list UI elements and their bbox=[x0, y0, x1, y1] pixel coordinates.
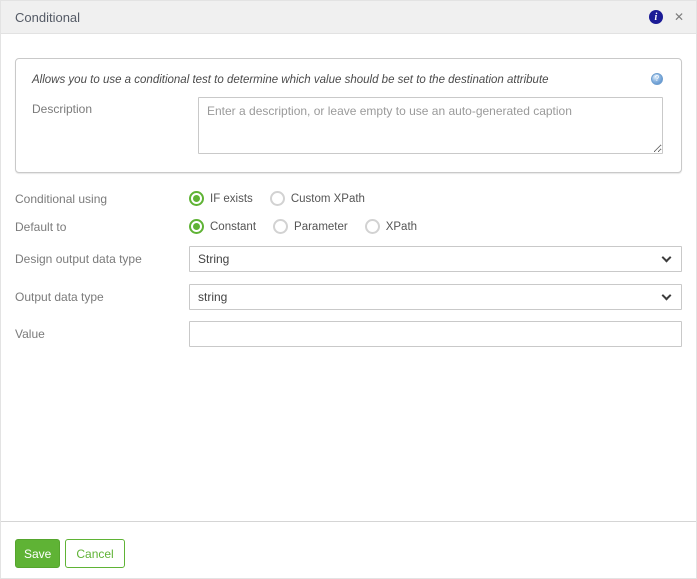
radio-custom-xpath-label: Custom XPath bbox=[290, 192, 365, 205]
output-data-type-select[interactable]: string bbox=[189, 284, 682, 310]
radio-xpath-label: XPath bbox=[385, 220, 418, 233]
intro-hint-text: Allows you to use a conditional test to … bbox=[32, 74, 549, 86]
output-data-type-row: Output data type string bbox=[15, 284, 682, 310]
design-output-data-type-row: Design output data type String bbox=[15, 246, 682, 272]
radio-option-parameter[interactable]: Parameter bbox=[273, 219, 348, 234]
default-to-label: Default to bbox=[15, 219, 67, 234]
conditional-dialog: Conditional i ✕ Allows you to use a cond… bbox=[0, 0, 697, 579]
value-label: Value bbox=[15, 327, 45, 341]
description-label: Description bbox=[32, 102, 93, 116]
help-icon[interactable]: ? bbox=[651, 73, 663, 85]
dialog-title: Conditional bbox=[15, 9, 81, 25]
default-to-row: Default to Constant Parameter XPath bbox=[15, 219, 682, 234]
intro-panel: Allows you to use a conditional test to … bbox=[15, 58, 682, 173]
radio-option-custom-xpath[interactable]: Custom XPath bbox=[269, 191, 365, 206]
description-row: Description bbox=[32, 97, 665, 154]
radio-option-if-exists[interactable]: IF exists bbox=[189, 191, 253, 206]
default-to-radio-group: Constant Parameter XPath bbox=[189, 219, 434, 234]
value-input[interactable] bbox=[189, 321, 682, 347]
radio-if-exists-label: IF exists bbox=[210, 192, 253, 205]
design-output-data-type-select-wrap: String bbox=[189, 246, 682, 272]
conditional-using-row: Conditional using IF exists Custom XPath bbox=[15, 191, 682, 206]
form-rows: Conditional using IF exists Custom XPath… bbox=[1, 191, 696, 347]
header-actions: i ✕ bbox=[648, 10, 684, 24]
radio-if-exists[interactable] bbox=[189, 191, 204, 206]
radio-option-xpath[interactable]: XPath bbox=[364, 219, 418, 234]
dialog-footer: Save Cancel bbox=[1, 522, 696, 568]
value-row: Value bbox=[15, 321, 682, 347]
radio-parameter-label: Parameter bbox=[294, 220, 348, 233]
cancel-button[interactable]: Cancel bbox=[65, 539, 125, 568]
intro-row: Allows you to use a conditional test to … bbox=[32, 73, 665, 87]
save-button[interactable]: Save bbox=[15, 539, 61, 568]
output-data-type-label: Output data type bbox=[15, 290, 104, 304]
close-icon[interactable]: ✕ bbox=[674, 11, 684, 23]
conditional-using-radio-group: IF exists Custom XPath bbox=[189, 191, 382, 206]
radio-option-constant[interactable]: Constant bbox=[189, 219, 256, 234]
dialog-header: Conditional i ✕ bbox=[1, 1, 696, 34]
radio-parameter[interactable] bbox=[273, 219, 289, 234]
design-output-data-type-label: Design output data type bbox=[15, 252, 142, 266]
radio-custom-xpath[interactable] bbox=[269, 191, 285, 206]
radio-constant[interactable] bbox=[189, 219, 204, 234]
radio-constant-label: Constant bbox=[210, 220, 257, 233]
description-input[interactable] bbox=[198, 97, 663, 154]
output-data-type-select-wrap: string bbox=[189, 284, 682, 310]
conditional-using-label: Conditional using bbox=[15, 191, 108, 206]
design-output-data-type-select[interactable]: String bbox=[189, 246, 682, 272]
radio-xpath[interactable] bbox=[364, 219, 380, 234]
info-icon[interactable]: i bbox=[648, 10, 663, 24]
